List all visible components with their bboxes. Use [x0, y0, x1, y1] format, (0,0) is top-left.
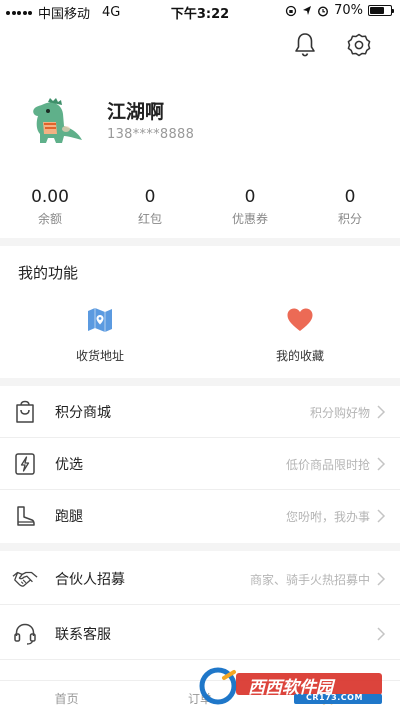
account-stats: 0.00 余额 0 红包 0 优惠券 0 积分: [0, 186, 400, 232]
menu-label: 合伙人招募: [55, 572, 125, 588]
section-divider: [0, 238, 400, 246]
menu-desc: 低价商品限时抢: [285, 458, 370, 472]
watermark-url: CR173.COM: [306, 693, 363, 702]
avatar[interactable]: [26, 96, 84, 148]
lightning-icon: [12, 451, 38, 477]
menu-desc: 您吩咐，我办事: [285, 510, 370, 524]
section-divider: [0, 543, 400, 551]
stat-value: 0: [344, 187, 356, 207]
headset-icon: [12, 621, 38, 647]
menu-item-points-mall[interactable]: 积分商城 积分购好物: [0, 386, 400, 438]
handshake-icon: [12, 566, 38, 592]
lock-rotation-icon: [285, 5, 297, 16]
map-icon: [85, 305, 115, 335]
battery-fill: [370, 7, 384, 14]
user-name: 江湖啊: [107, 101, 165, 123]
shopping-bag-icon: [12, 399, 38, 425]
feature-label: 我的收藏: [275, 349, 324, 363]
bell-icon: [295, 33, 315, 57]
chevron-right-icon: [377, 457, 386, 471]
tab-home[interactable]: 首页: [0, 681, 133, 711]
menu-item-preferred[interactable]: 优选 低价商品限时抢: [0, 438, 400, 490]
notification-button[interactable]: [290, 30, 320, 60]
stat-points[interactable]: 0 积分: [300, 186, 400, 232]
watermark-logo: 西西软件园 CR173.COM: [198, 666, 384, 706]
section-title: 我的功能: [18, 264, 79, 282]
status-bar: 中国移动 4G 下午3:22 70%: [0, 0, 400, 22]
stat-balance[interactable]: 0.00 余额: [0, 186, 100, 232]
battery-icon: [368, 5, 394, 16]
stat-label: 积分: [337, 212, 362, 226]
chevron-right-icon: [377, 509, 386, 523]
feature-label: 收货地址: [75, 349, 124, 363]
function-grid: 收货地址 我的收藏: [0, 305, 400, 364]
chevron-right-icon: [377, 627, 386, 641]
menu-item-partner-recruitment[interactable]: 合伙人招募 商家、骑手火热招募中: [0, 553, 400, 605]
status-right: 70%: [285, 3, 394, 18]
menu-desc: 商家、骑手火热招募中: [249, 573, 370, 587]
boot-icon: [12, 503, 38, 529]
stat-label: 红包: [137, 212, 162, 226]
alarm-icon: [318, 5, 329, 17]
stat-value: 0.00: [31, 187, 69, 207]
stat-coupons[interactable]: 0 优惠券: [200, 186, 300, 232]
stat-value: 0: [244, 187, 256, 207]
stat-red-packet[interactable]: 0 红包: [100, 186, 200, 232]
location-icon: [303, 6, 312, 15]
user-phone: 138****8888: [107, 127, 195, 142]
menu-label: 积分商城: [55, 405, 111, 421]
heart-icon: [285, 305, 315, 335]
section-divider: [0, 378, 400, 386]
menu-desc: 积分购好物: [309, 406, 370, 420]
menu-label: 跑腿: [55, 509, 83, 525]
stat-label: 优惠券: [231, 212, 268, 226]
settings-button[interactable]: [344, 30, 374, 60]
menu-label: 联系客服: [55, 627, 111, 643]
feature-favorites[interactable]: 我的收藏: [200, 305, 400, 364]
stat-label: 余额: [37, 212, 62, 226]
feature-address[interactable]: 收货地址: [0, 305, 200, 364]
stat-value: 0: [144, 187, 156, 207]
dinosaur-avatar-icon: [33, 98, 82, 143]
settings-icon: [347, 33, 371, 57]
chevron-right-icon: [377, 405, 386, 419]
chevron-right-icon: [377, 572, 386, 586]
menu-item-customer-service[interactable]: 联系客服: [0, 608, 400, 660]
menu-item-errand[interactable]: 跑腿 您吩咐，我办事: [0, 490, 400, 542]
menu-label: 优选: [55, 457, 83, 473]
battery-percent: 70%: [334, 3, 363, 18]
